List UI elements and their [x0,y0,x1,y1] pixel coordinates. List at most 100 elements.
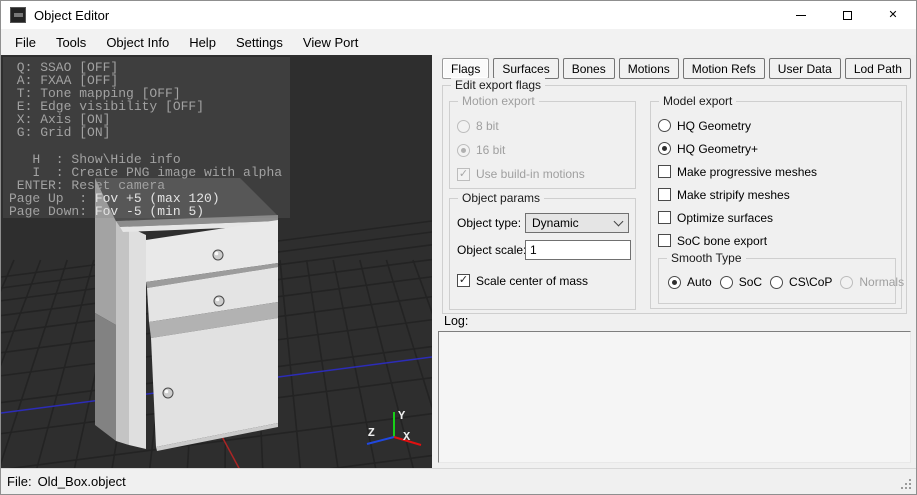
object-type-value: Dynamic [532,216,579,230]
checkbox-indicator [658,234,671,247]
close-icon: ✕ [888,8,898,21]
option-label: 16 bit [476,143,506,157]
checkbox-indicator [658,165,671,178]
radio-indicator [840,275,854,289]
option-label: Normals [859,275,905,289]
drawer-knob [213,295,225,307]
app-icon [10,7,26,23]
tab-surfaces[interactable]: Surfaces [493,58,559,79]
tab-flags[interactable]: Flags [442,58,490,79]
radio-soc[interactable]: SoC [719,274,763,290]
tab-motion-refs[interactable]: Motion Refs [682,58,765,79]
motion-export-label: Motion export [458,94,539,108]
radio-16-bit: 16 bit [457,138,635,162]
checkbox-soc-bone-export[interactable]: SoC bone export [658,229,901,252]
drawer-knob [212,249,224,261]
app-icon-glyph [13,13,23,17]
tab-bones[interactable]: Bones [562,58,615,79]
object-params-label: Object params [458,191,545,205]
radio-auto[interactable]: Auto [668,274,712,290]
option-label: HQ Geometry [677,118,752,133]
radio-indicator [668,275,681,289]
menu-item-tools[interactable]: Tools [46,29,96,55]
option-label: HQ Geometry+ [677,141,759,156]
axis-y-label: Y [398,409,406,423]
checkbox-make-progressive-meshes[interactable]: Make progressive meshes [658,160,901,183]
object-scale-label: Object scale: [457,243,527,257]
edit-export-flags-group: Edit export flags Motion export 8 bit 16 … [442,78,907,314]
radio-indicator [770,275,784,289]
status-file-label: File: [7,474,32,489]
radio-indicator [457,119,470,133]
menu-item-view-port[interactable]: View Port [293,29,368,55]
option-label: CS\CoP [789,275,833,289]
option-label: Optimize surfaces [677,210,774,225]
menu-item-object-info[interactable]: Object Info [96,29,179,55]
viewport-overlay: Q: SSAO [OFF] A: FXAA [OFF] T: Tone mapp… [3,57,290,218]
checkbox-scale-center-of-mass[interactable]: ✓ Scale center of mass [457,269,588,292]
axis-z-label: Z [368,426,375,440]
edit-export-flags-label: Edit export flags [451,78,546,92]
option-label: SoC [738,275,763,289]
object-editor-window: Object Editor ✕ File Tools Object Info Help… [0,0,917,495]
resize-grip[interactable] [909,487,911,489]
option-label: 8 bit [476,119,499,133]
radio-hq-geometry[interactable]: HQ Geometry [658,114,901,137]
checkbox-use-build-in-motions: ✓ Use build-in motions [457,162,635,186]
viewport-3d[interactable]: Y Z X Q: SSAO [OFF] A: FXAA [OFF] T: Ton… [1,55,432,470]
checkbox-indicator: ✓ [457,167,470,181]
object-type-dropdown[interactable]: Dynamic [525,213,629,233]
checkbox-optimize-surfaces[interactable]: Optimize surfaces [658,206,901,229]
menu-bar: File Tools Object Info Help Settings View Por… [1,29,916,55]
title-bar: Object Editor ✕ [1,1,916,29]
log-label: Log: [444,314,469,328]
overlay-line: G: Grid [ON] [9,125,111,141]
window-title: Object Editor [34,7,110,23]
menu-item-settings[interactable]: Settings [226,29,293,55]
door-knob [162,387,174,399]
close-button[interactable]: ✕ [870,1,916,29]
radio-hq-geometry[interactable]: HQ Geometry+ [658,137,901,160]
maximize-button[interactable] [824,1,870,29]
status-file-value: Old_Box.object [37,474,126,489]
object-params-group: Object params Object type: Dynamic Objec… [449,191,636,310]
model-export-label: Model export [659,94,737,108]
option-label: Use build-in motions [476,167,585,181]
motion-export-group: Motion export 8 bit 16 bit ✓ Use build-in m… [449,94,636,189]
option-label: Make stripify meshes [677,187,790,202]
checkbox-indicator [658,188,671,201]
maximize-icon [842,10,852,20]
chevron-down-icon [613,216,624,226]
minimize-button[interactable] [778,1,824,29]
checkbox-indicator [658,211,671,224]
radio-indicator [658,119,671,132]
radio-indicator [457,143,470,157]
option-label: SoC bone export [677,233,768,248]
right-panel: Flags Surfaces Bones Motions Motion Refs User… [432,55,916,468]
radio-8-bit: 8 bit [457,114,635,138]
option-label: Auto [687,275,712,289]
checkbox-make-stripify-meshes[interactable]: Make stripify meshes [658,183,901,206]
minimize-icon [796,14,806,16]
tab-bar: Flags Surfaces Bones Motions Motion Refs User… [442,58,911,79]
overlay-line: Page Down: Fov -5 (min 5) [9,204,205,220]
model-export-group: Model export HQ Geometry HQ Geometry+ Make… [650,94,904,309]
radio-indicator [719,275,733,289]
log-output[interactable] [438,331,911,463]
status-bar: File: Old_Box.object [1,468,916,494]
tab-motions[interactable]: Motions [618,58,679,79]
tab-lod-path[interactable]: Lod Path [844,58,911,79]
window-controls: ✕ [778,1,916,29]
radio-normals: Normals [840,274,904,290]
option-label: Scale center of mass [476,273,589,288]
option-label: Make progressive meshes [677,164,818,179]
menu-item-file[interactable]: File [5,29,46,55]
checkbox-indicator: ✓ [457,274,470,287]
smooth-type-group: Smooth Type Auto SoC CS\CoP Normals [658,251,904,304]
axis-x-label: X [403,430,411,444]
object-type-label: Object type: [457,216,522,230]
menu-item-help[interactable]: Help [179,29,226,55]
smooth-type-label: Smooth Type [667,251,746,265]
tab-user-data[interactable]: User Data [768,58,841,79]
radio-cs-cop[interactable]: CS\CoP [770,274,832,290]
